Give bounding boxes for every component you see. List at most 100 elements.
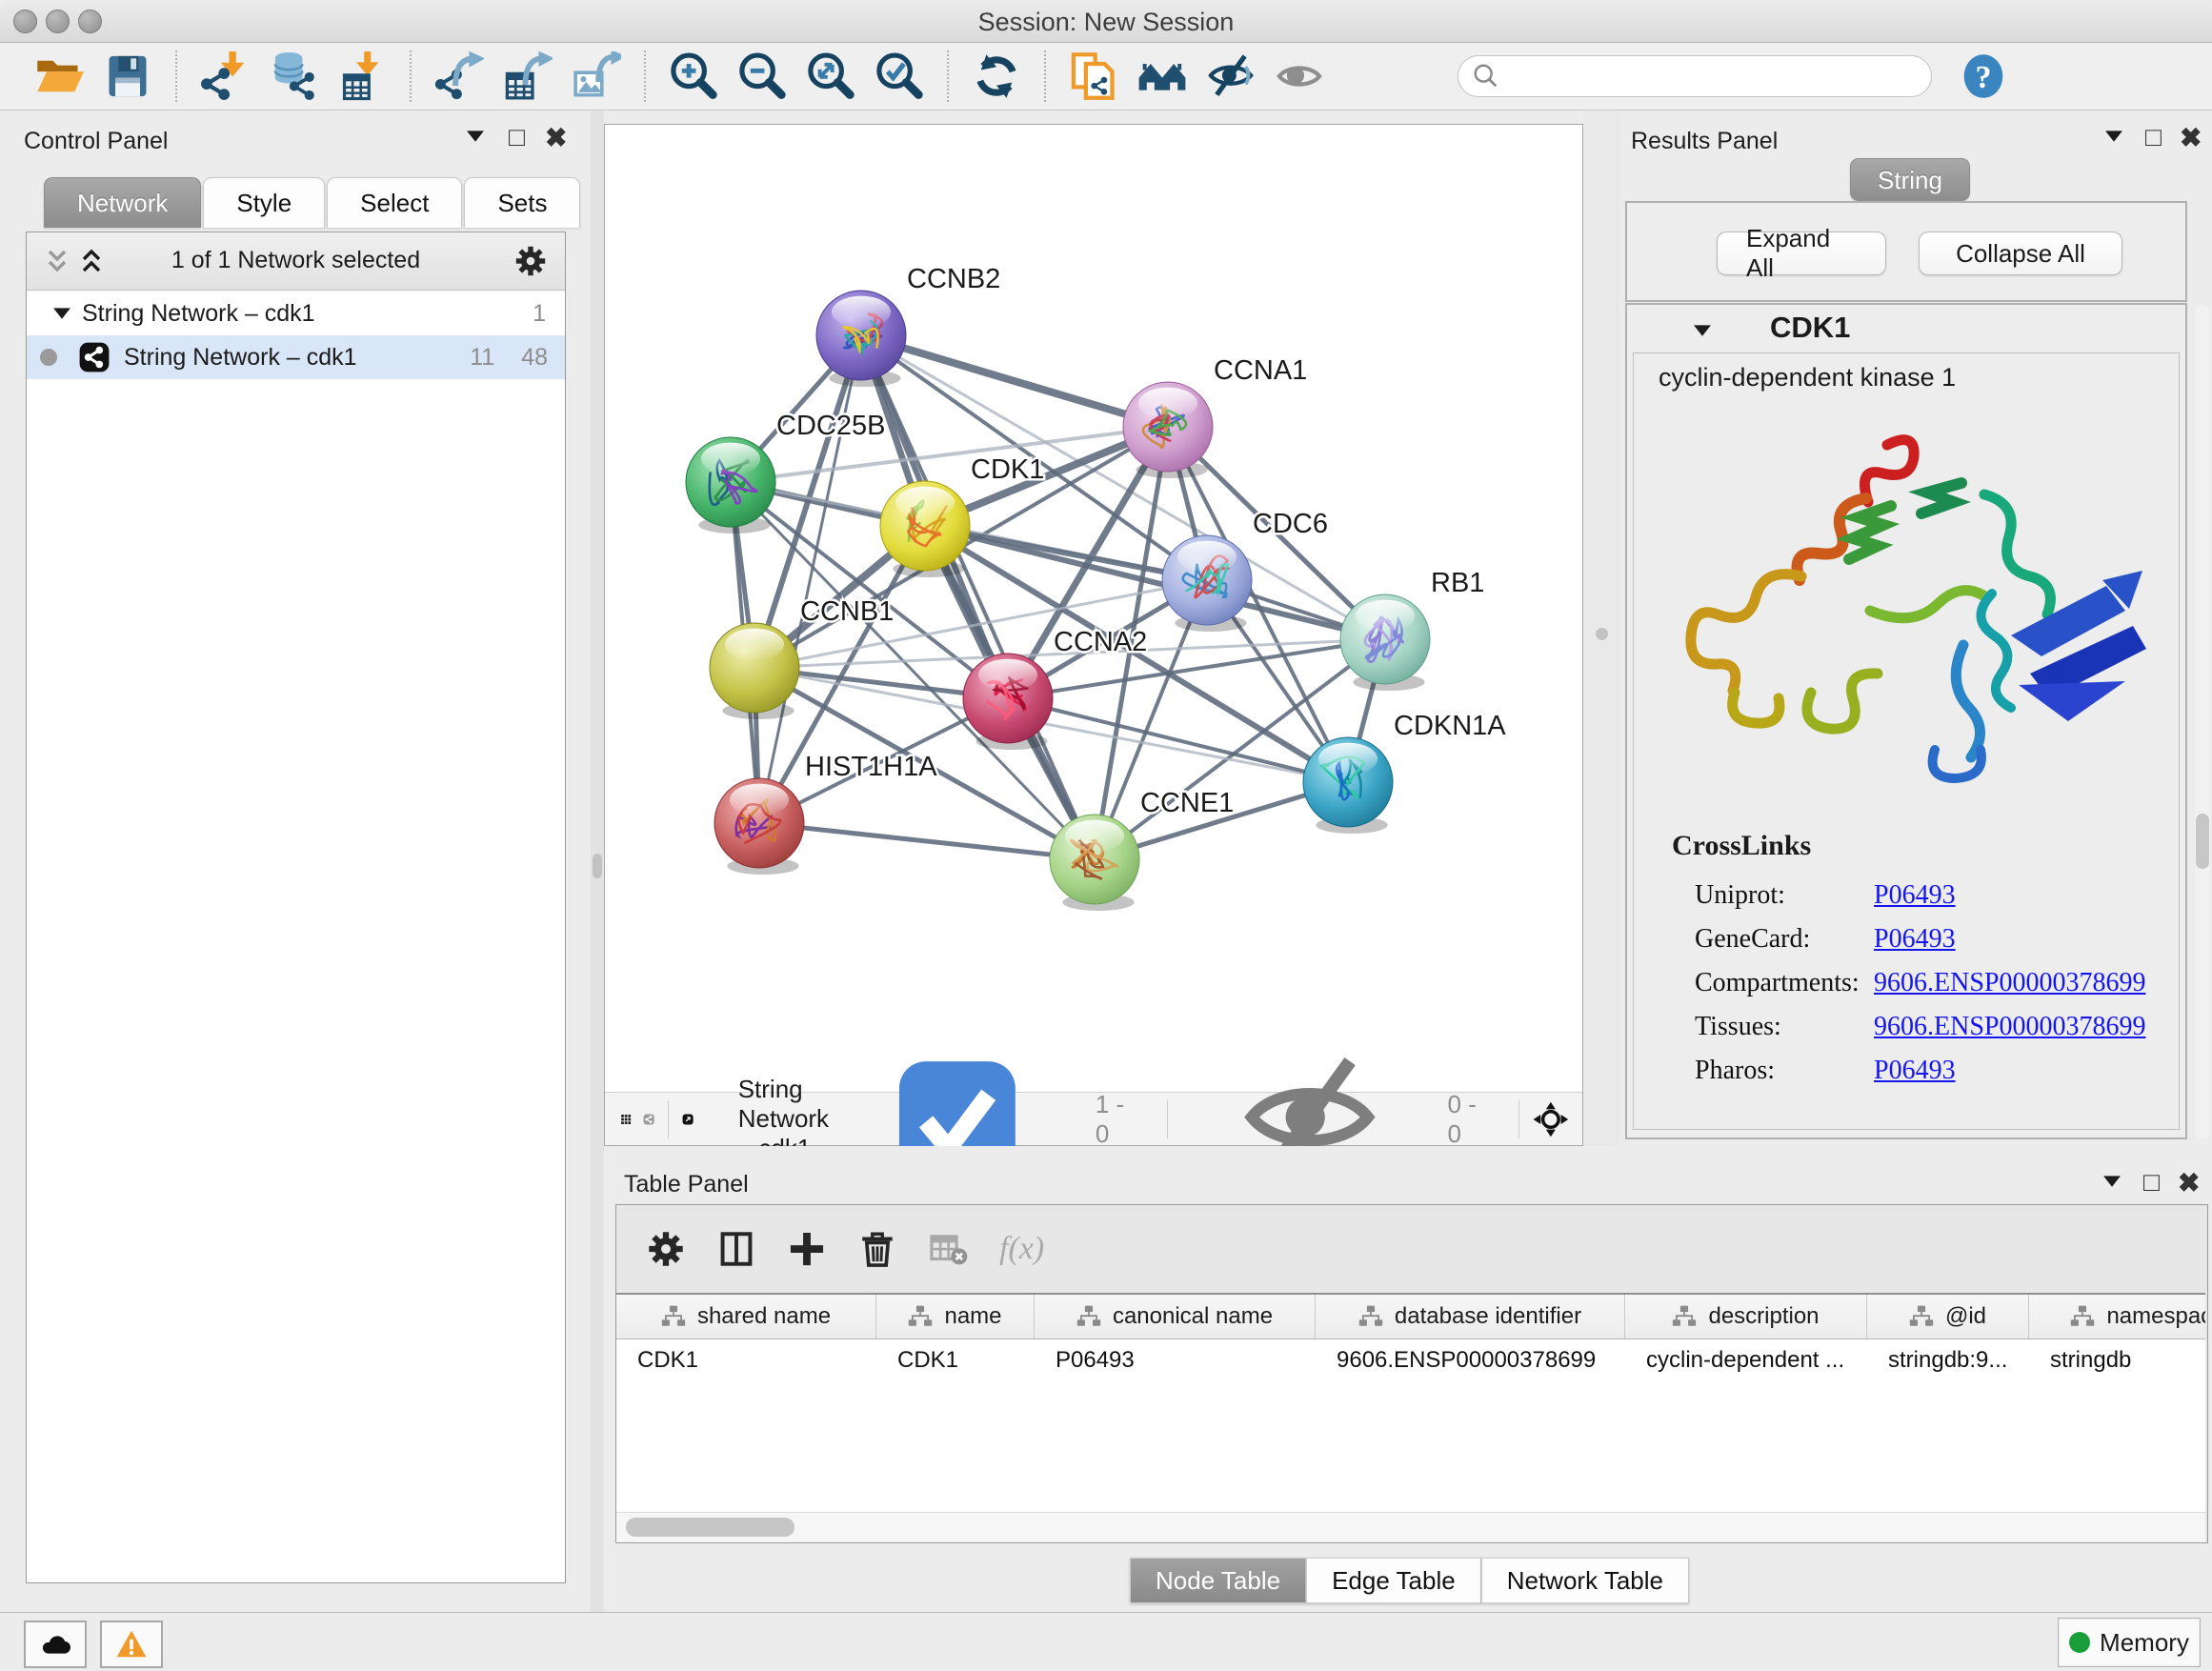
crosslink-link[interactable]: P06493	[1874, 880, 1956, 911]
network-collection-row[interactable]: String Network – cdk1 1	[27, 292, 565, 335]
collection-expand-triangle-icon[interactable]	[50, 301, 74, 326]
column-header-namespace[interactable]: namespace	[2029, 1295, 2205, 1339]
gene-collapse-triangle-icon[interactable]	[1690, 318, 1715, 343]
zoom-in-button[interactable]	[667, 50, 720, 103]
node-CDC25B[interactable]: CDC25B	[686, 411, 885, 534]
column-header-canonical-name[interactable]: canonical name	[1035, 1295, 1316, 1339]
node-RB1[interactable]: RB1	[1340, 568, 1484, 691]
zoom-selected-button[interactable]	[873, 50, 926, 103]
column-header-shared-name[interactable]: shared name	[616, 1295, 876, 1339]
crosslink-row: Compartments:9606.ENSP00000378699	[1695, 961, 2171, 1005]
open-session-button[interactable]	[32, 50, 86, 103]
birds-eye-crosshair-icon[interactable]	[1533, 1099, 1569, 1139]
hide-panel-button[interactable]	[1204, 50, 1257, 103]
tab-edge-table[interactable]: Edge Table	[1306, 1558, 1481, 1603]
search-icon	[1472, 62, 1500, 91]
node-label: CDK1	[971, 454, 1044, 485]
table-cell[interactable]: stringdb:9...	[1867, 1347, 2029, 1374]
control-panel-maximize-button[interactable]: □	[509, 122, 525, 152]
warnings-button[interactable]	[100, 1621, 163, 1668]
column-header-name[interactable]: name	[876, 1295, 1035, 1339]
crosslink-link[interactable]: P06493	[1874, 924, 1956, 955]
control-panel-float-button[interactable]	[463, 124, 488, 153]
results-vertical-scrollbar[interactable]	[2195, 305, 2210, 1139]
zoom-fit-button[interactable]	[804, 50, 857, 103]
node-CCNA2[interactable]: CCNA2	[963, 627, 1147, 750]
table-cell[interactable]: 9606.ENSP00000378699	[1316, 1347, 1625, 1374]
status-bar: Memory	[0, 1612, 2212, 1671]
results-panel: Results Panel □ ✖ String Expand All Coll…	[1619, 111, 2212, 1146]
network-canvas[interactable]: CCNB2CCNA1CDC25BCDK1CDC6RB1CCNB1CCNA2CDK…	[605, 125, 1582, 1093]
table-cell[interactable]: cyclin-dependent ...	[1625, 1347, 1867, 1374]
splitter-handle[interactable]	[593, 854, 602, 878]
table-panel-close-button[interactable]: ✖	[2178, 1167, 2200, 1198]
save-session-button[interactable]	[101, 50, 154, 103]
expand-all-button[interactable]: Expand All	[1717, 232, 1886, 275]
tab-string[interactable]: String	[1850, 158, 1970, 201]
tab-node-table[interactable]: Node Table	[1130, 1558, 1306, 1603]
toolbar-separator	[644, 50, 646, 102]
results-panel-float-button[interactable]	[2101, 124, 2126, 153]
apply-layout-button[interactable]	[970, 50, 1023, 103]
memory-button[interactable]: Memory	[2058, 1618, 2201, 1667]
table-settings-button[interactable]	[641, 1224, 691, 1274]
results-panel-maximize-button[interactable]: □	[2145, 122, 2162, 152]
node-CCNA1[interactable]: CCNA1	[1123, 355, 1307, 478]
table-cell[interactable]: CDK1	[616, 1347, 876, 1374]
table-cell[interactable]: P06493	[1035, 1347, 1316, 1374]
show-panel-button[interactable]	[1273, 50, 1326, 103]
search-input[interactable]	[1508, 62, 1912, 91]
import-table-button[interactable]	[335, 50, 389, 103]
table-row[interactable]: CDK1CDK1P064939606.ENSP00000378699cyclin…	[616, 1339, 2205, 1381]
tab-network[interactable]: Network	[44, 177, 201, 228]
table-cell[interactable]: stringdb	[2029, 1347, 2205, 1374]
tab-style[interactable]: Style	[203, 177, 325, 228]
column-header-database-identifier[interactable]: database identifier	[1316, 1295, 1625, 1339]
table-cell[interactable]: CDK1	[876, 1347, 1035, 1374]
edge-CCNB2-CCNA1[interactable]	[861, 335, 1168, 427]
network-options-gear-icon[interactable]	[513, 244, 548, 278]
export-network-button[interactable]	[432, 50, 486, 103]
table-panel-maximize-button[interactable]: □	[2143, 1167, 2160, 1198]
gene-symbol[interactable]: CDK1	[1770, 311, 1850, 345]
plus-icon	[787, 1229, 827, 1269]
vertical-splitter-right[interactable]	[1583, 111, 1619, 1146]
zoom-out-button[interactable]	[735, 50, 789, 103]
tab-sets[interactable]: Sets	[464, 177, 580, 228]
edge-CCNB2-HIST1H1A[interactable]	[759, 335, 861, 823]
node-CCNE1[interactable]: CCNE1	[1050, 788, 1234, 911]
crosslink-link[interactable]: 9606.ENSP00000378699	[1874, 968, 2145, 998]
show-all-panels-button[interactable]	[1136, 50, 1189, 103]
scrollbar-thumb[interactable]	[2196, 814, 2209, 869]
crosslink-label: Uniprot:	[1695, 880, 1874, 911]
tab-select[interactable]: Select	[327, 177, 462, 228]
import-network-database-button[interactable]	[267, 50, 320, 103]
clone-network-button[interactable]	[1067, 50, 1120, 103]
results-panel-close-button[interactable]: ✖	[2180, 122, 2202, 153]
delete-column-button[interactable]	[853, 1224, 902, 1274]
column-header--id[interactable]: @id	[1867, 1295, 2029, 1339]
export-table-icon	[503, 51, 553, 101]
copy-document-icon	[1069, 51, 1118, 101]
tab-network-table[interactable]: Network Table	[1481, 1558, 1689, 1603]
export-image-button[interactable]	[570, 50, 623, 103]
table-horizontal-scrollbar[interactable]	[616, 1512, 2205, 1542]
column-header-description[interactable]: description	[1625, 1295, 1867, 1339]
cloud-status-button[interactable]	[24, 1621, 87, 1668]
scrollbar-thumb[interactable]	[626, 1518, 794, 1537]
control-panel-close-button[interactable]: ✖	[545, 122, 567, 153]
collapse-all-button[interactable]: Collapse All	[1919, 232, 2122, 275]
export-table-button[interactable]	[501, 50, 554, 103]
network-row-selected[interactable]: String Network – cdk1 11 48	[27, 335, 565, 379]
help-button[interactable]	[1957, 50, 2010, 103]
show-columns-button[interactable]	[712, 1224, 761, 1274]
add-column-button[interactable]	[782, 1224, 832, 1274]
node-HIST1H1A[interactable]: HIST1H1A	[714, 752, 937, 875]
vertical-splitter-left[interactable]	[591, 111, 604, 1612]
crosslink-link[interactable]: P06493	[1874, 1056, 1956, 1086]
table-panel-float-button[interactable]	[2100, 1169, 2124, 1198]
node-CDKN1A[interactable]: CDKN1A	[1303, 711, 1506, 834]
import-network-button[interactable]	[198, 50, 251, 103]
splitter-handle[interactable]	[1596, 628, 1608, 640]
crosslink-link[interactable]: 9606.ENSP00000378699	[1874, 1012, 2145, 1042]
